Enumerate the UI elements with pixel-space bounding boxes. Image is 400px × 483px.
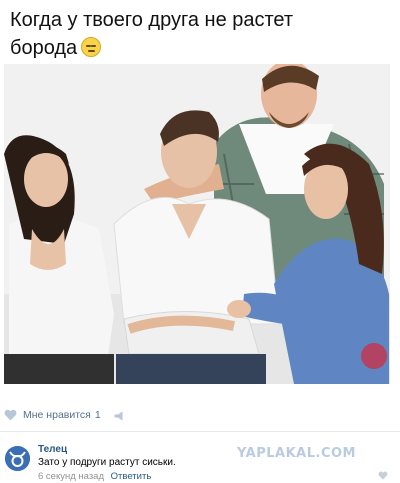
comment-heart-icon[interactable] xyxy=(378,471,388,480)
heart-icon xyxy=(4,409,17,421)
avatar-image xyxy=(5,446,30,471)
taurus-avatar-icon[interactable] xyxy=(5,446,30,471)
comment-meta: 6 секунд назад Ответить xyxy=(38,471,151,482)
post-caption: Когда у твоего друга не растет борода xyxy=(10,9,294,59)
post-text: Когда у твоего друга не растет борода xyxy=(10,6,310,62)
like-label: Мне нравится xyxy=(23,409,91,421)
reply-link[interactable]: Ответить xyxy=(111,471,152,482)
like-button[interactable]: Мне нравится 1 xyxy=(4,409,101,421)
comment-author[interactable]: Телец xyxy=(38,444,67,455)
megaphone-icon[interactable] xyxy=(113,410,125,422)
pensive-face-icon xyxy=(81,37,102,57)
likes-bar: Мне нравится 1 xyxy=(0,400,400,432)
post-photo[interactable] xyxy=(4,64,390,384)
comment-text: Зато у подруги растут сиськи. xyxy=(38,457,176,468)
site-logo: YAPLAKAL.COM xyxy=(237,446,356,461)
comment-time[interactable]: 6 секунд назад xyxy=(38,471,104,482)
watermark-icon xyxy=(361,343,387,369)
photo-illustration xyxy=(4,64,390,384)
like-count: 1 xyxy=(94,409,101,421)
